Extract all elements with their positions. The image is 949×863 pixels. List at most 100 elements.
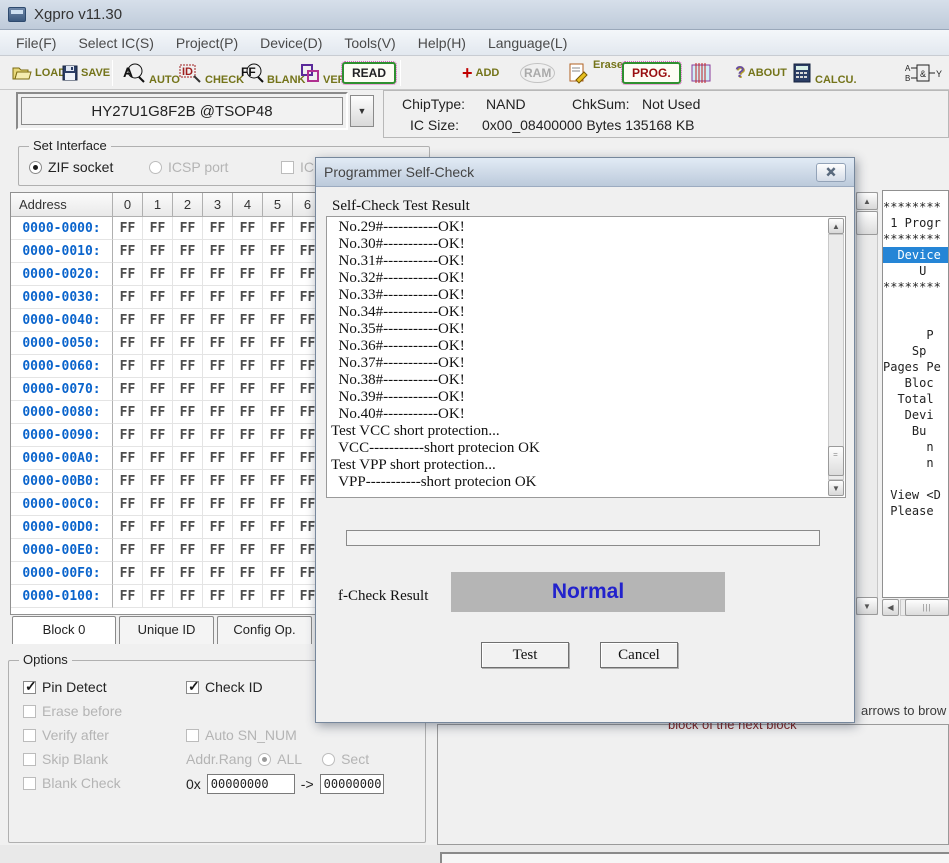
hex-value-cell[interactable]: FF [173,286,203,309]
tab-config-op-[interactable]: Config Op. [217,616,312,644]
hex-value-cell[interactable]: FF [203,378,233,401]
hex-value-cell[interactable]: FF [263,309,293,332]
menu-item-projectp[interactable]: Project(P) [166,32,248,54]
hex-value-cell[interactable]: FF [113,263,143,286]
hex-value-cell[interactable]: FF [143,585,173,608]
erase-before-checkbox[interactable]: Erase before [23,703,122,719]
hex-value-cell[interactable]: FF [113,539,143,562]
add-button[interactable]: + ADD [462,56,499,90]
hex-value-cell[interactable]: FF [113,217,143,240]
hex-value-cell[interactable]: FF [113,355,143,378]
hex-value-cell[interactable]: FF [173,424,203,447]
menu-item-filef[interactable]: File(F) [6,32,66,54]
hex-value-cell[interactable]: FF [143,217,173,240]
hex-value-cell[interactable]: FF [263,424,293,447]
hex-value-cell[interactable]: FF [263,447,293,470]
blank-check-checkbox[interactable]: Blank Check [23,775,121,791]
hex-value-cell[interactable]: FF [203,516,233,539]
hex-value-cell[interactable]: FF [113,240,143,263]
hex-value-cell[interactable]: FF [203,424,233,447]
hex-value-cell[interactable]: FF [263,470,293,493]
test-button[interactable]: Test [481,642,569,668]
menu-item-languagel[interactable]: Language(L) [478,32,577,54]
hex-value-cell[interactable]: FF [173,401,203,424]
hex-value-cell[interactable]: FF [263,493,293,516]
hex-value-cell[interactable]: FF [173,263,203,286]
hex-value-cell[interactable]: FF [203,240,233,263]
hex-value-cell[interactable]: FF [143,263,173,286]
logic-tool-button[interactable]: AB&Y [905,56,945,90]
dialog-title-bar[interactable]: Programmer Self-Check ❌︎ [316,158,854,187]
cancel-button[interactable]: Cancel [600,642,678,668]
hex-value-cell[interactable]: FF [203,493,233,516]
hex-value-cell[interactable]: FF [233,516,263,539]
hex-value-cell[interactable]: FF [173,355,203,378]
hex-value-cell[interactable]: FF [173,585,203,608]
hex-value-cell[interactable]: FF [263,516,293,539]
hex-value-cell[interactable]: FF [113,424,143,447]
hex-value-cell[interactable]: FF [113,309,143,332]
list-scroll-up-button[interactable]: ▲ [828,218,844,234]
hex-value-cell[interactable]: FF [263,378,293,401]
hex-value-cell[interactable]: FF [173,332,203,355]
menu-item-toolsv[interactable]: Tools(V) [334,32,405,54]
hex-value-cell[interactable]: FF [143,401,173,424]
hex-value-cell[interactable]: FF [173,539,203,562]
hex-value-cell[interactable]: FF [233,401,263,424]
hex-value-cell[interactable]: FF [143,516,173,539]
hex-value-cell[interactable]: FF [263,355,293,378]
chip-test-button[interactable] [688,56,714,90]
hex-value-cell[interactable]: FF [233,447,263,470]
hex-value-cell[interactable]: FF [113,401,143,424]
hex-value-cell[interactable]: FF [263,562,293,585]
hex-value-cell[interactable]: FF [233,378,263,401]
hex-value-cell[interactable]: FF [173,516,203,539]
hex-value-cell[interactable]: FF [233,585,263,608]
hex-value-cell[interactable]: FF [233,562,263,585]
hex-vscrollbar[interactable] [856,192,878,615]
hex-value-cell[interactable]: FF [173,493,203,516]
hex-value-cell[interactable]: FF [203,217,233,240]
scroll-up-button[interactable]: ▲ [856,192,878,210]
menu-item-helph[interactable]: Help(H) [408,32,476,54]
auto-sn-checkbox[interactable]: Auto SN_NUM [186,727,297,743]
hex-value-cell[interactable]: FF [263,539,293,562]
tab-block-0[interactable]: Block 0 [12,616,116,644]
hex-value-cell[interactable]: FF [233,493,263,516]
menu-item-deviced[interactable]: Device(D) [250,32,332,54]
title-bar[interactable]: Xgpro v11.30 [0,0,949,30]
hex-value-cell[interactable]: FF [233,332,263,355]
hex-value-cell[interactable]: FF [203,585,233,608]
addr-to-input[interactable]: 00000000 [320,774,384,794]
chip-name[interactable]: HY27U1G8F2B @TSOP48 [21,97,343,125]
scroll-down-button[interactable]: ▼ [856,597,878,615]
hscroll-thumb[interactable]: ||| [905,599,949,616]
addr-from-input[interactable]: 00000000 [207,774,295,794]
sect-radio[interactable] [322,753,335,766]
pin-detect-checkbox[interactable]: Pin Detect [23,679,107,695]
hex-value-cell[interactable]: FF [233,217,263,240]
hex-value-cell[interactable]: FF [173,217,203,240]
hex-value-cell[interactable]: FF [173,240,203,263]
load-button[interactable]: LOAD [12,56,66,90]
hex-value-cell[interactable]: FF [233,309,263,332]
all-radio[interactable] [258,753,271,766]
hex-value-cell[interactable]: FF [203,286,233,309]
hex-value-cell[interactable]: FF [203,401,233,424]
hex-value-cell[interactable]: FF [113,516,143,539]
skip-blank-checkbox[interactable]: Skip Blank [23,751,108,767]
save-button[interactable]: SAVE [62,56,110,90]
hex-value-cell[interactable]: FF [143,355,173,378]
hex-value-cell[interactable]: FF [233,240,263,263]
hex-value-cell[interactable]: FF [203,539,233,562]
read-button[interactable]: READ [342,56,396,90]
hex-value-cell[interactable]: FF [203,447,233,470]
hex-value-cell[interactable]: FF [263,401,293,424]
hex-value-cell[interactable]: FF [263,332,293,355]
hex-value-cell[interactable]: FF [143,562,173,585]
hex-value-cell[interactable]: FF [173,470,203,493]
test-result-list[interactable]: No.29#-----------OK! No.30#-----------OK… [326,216,846,498]
hex-value-cell[interactable]: FF [143,447,173,470]
hex-value-cell[interactable]: FF [143,424,173,447]
tab-unique-id[interactable]: Unique ID [119,616,214,644]
